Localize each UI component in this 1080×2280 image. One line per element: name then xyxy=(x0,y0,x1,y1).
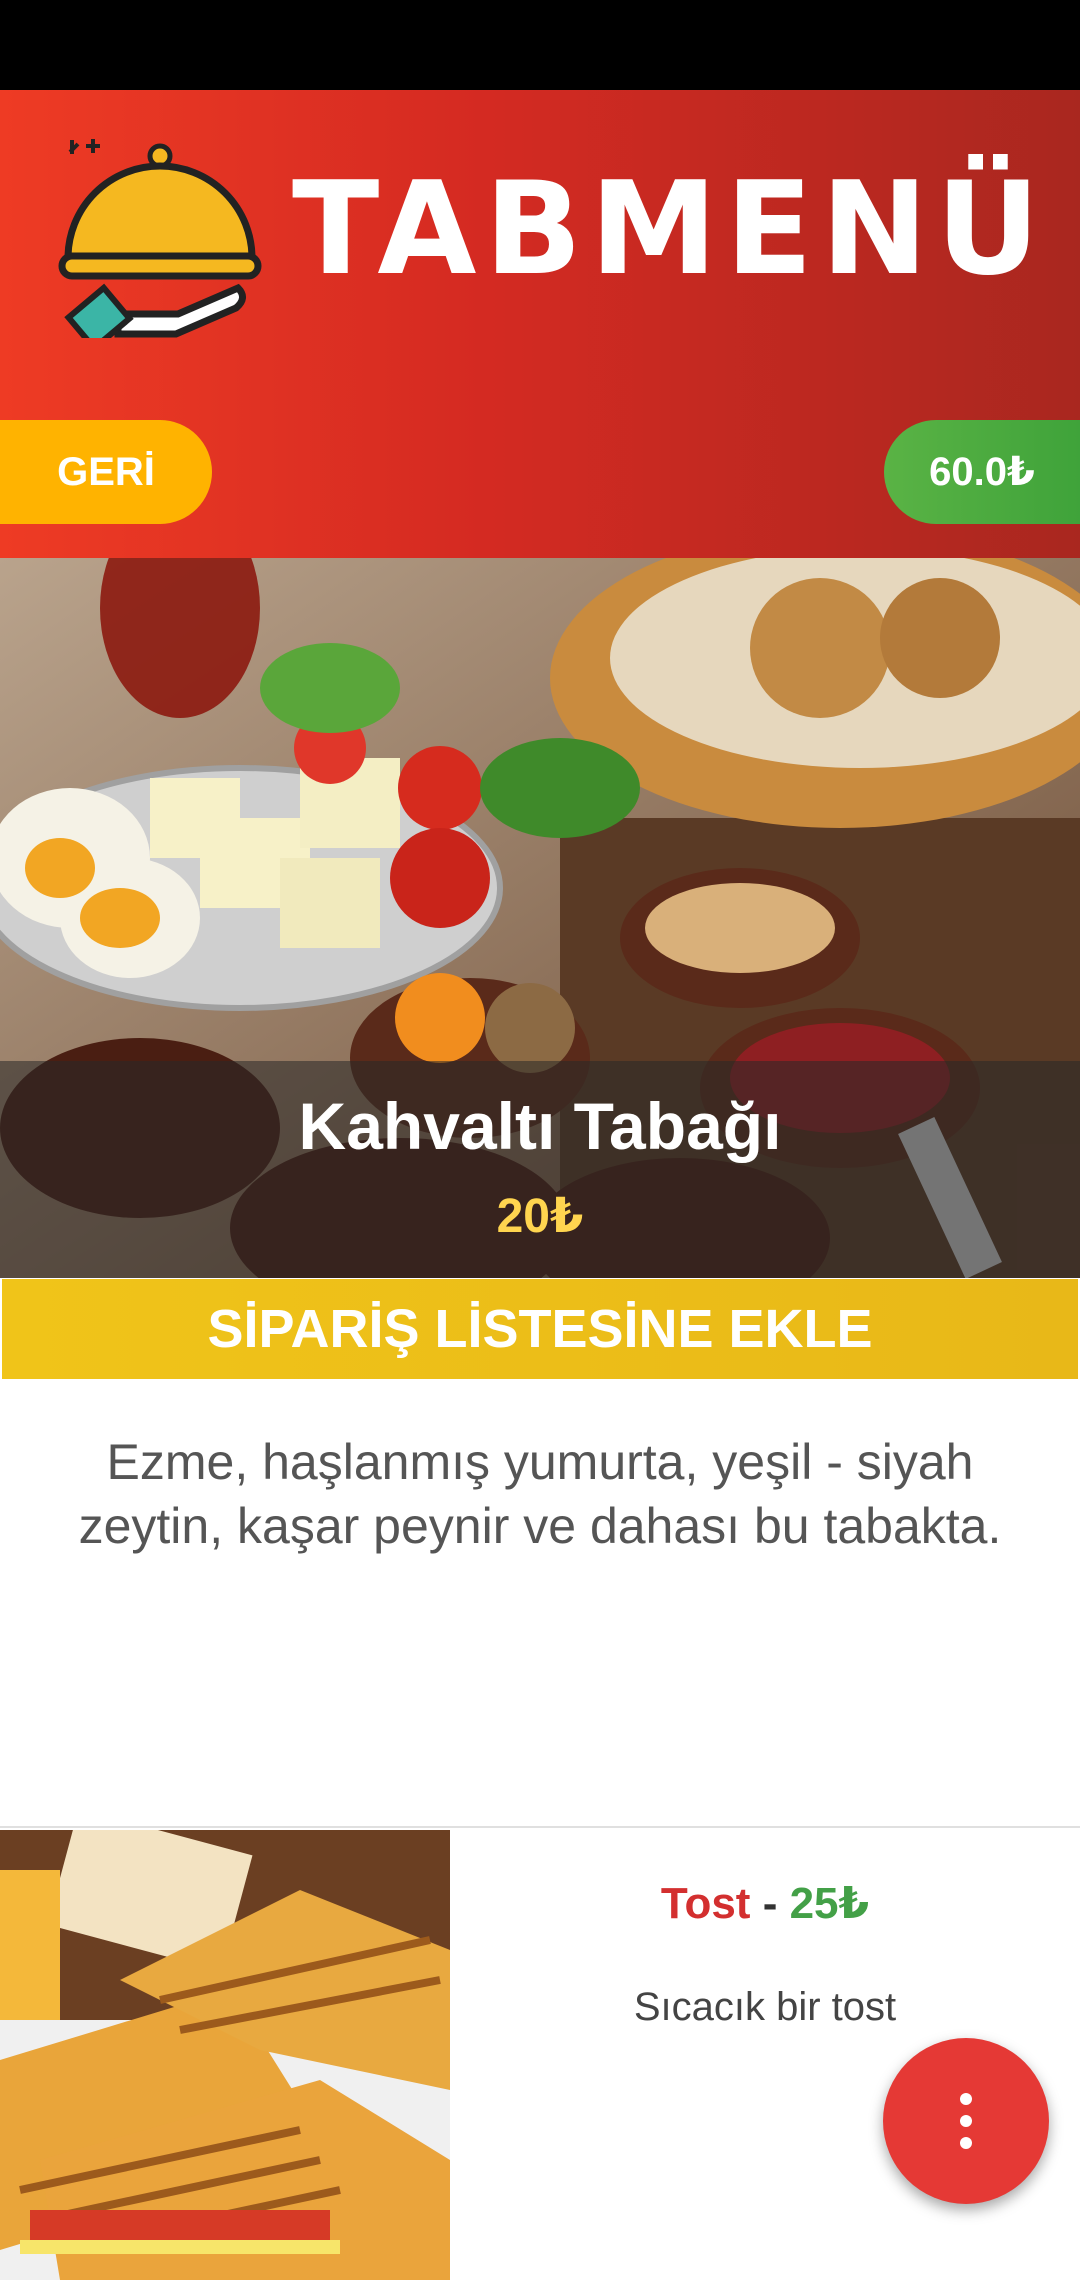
list-item-name: Tost xyxy=(660,1879,751,1928)
app-header: TABMENÜ GERİ 60.0₺ xyxy=(0,90,1080,558)
featured-item-image: Kahvaltı Tabağı 20₺ xyxy=(0,558,1080,1278)
list-item-separator: - xyxy=(750,1879,790,1928)
toast-photo xyxy=(0,1830,450,2280)
list-item-price: 25₺ xyxy=(789,1879,870,1928)
more-options-fab[interactable] xyxy=(883,2038,1049,2204)
featured-item-title: Kahvaltı Tabağı xyxy=(298,1089,782,1163)
back-button[interactable]: GERİ xyxy=(0,420,212,524)
featured-item-description: Ezme, haşlanmış yumurta, yeşil - siyah z… xyxy=(78,1434,1002,1554)
list-item-title[interactable]: Tost - 25₺ xyxy=(450,1878,1080,1929)
list-item-description: Sıcacık bir tost xyxy=(633,1985,897,2029)
add-to-order-button[interactable]: SİPARİŞ LİSTESİNE EKLE xyxy=(2,1279,1078,1379)
cart-total-button[interactable]: 60.0₺ xyxy=(884,420,1080,524)
more-vert-icon xyxy=(960,2093,972,2105)
featured-item-price: 20₺ xyxy=(496,1190,584,1243)
status-bar xyxy=(0,0,1080,90)
divider xyxy=(0,1826,1080,1828)
cloche-logo-icon xyxy=(58,139,262,338)
list-item-image[interactable] xyxy=(0,1830,450,2280)
app-name: TABMENÜ xyxy=(292,155,1048,304)
